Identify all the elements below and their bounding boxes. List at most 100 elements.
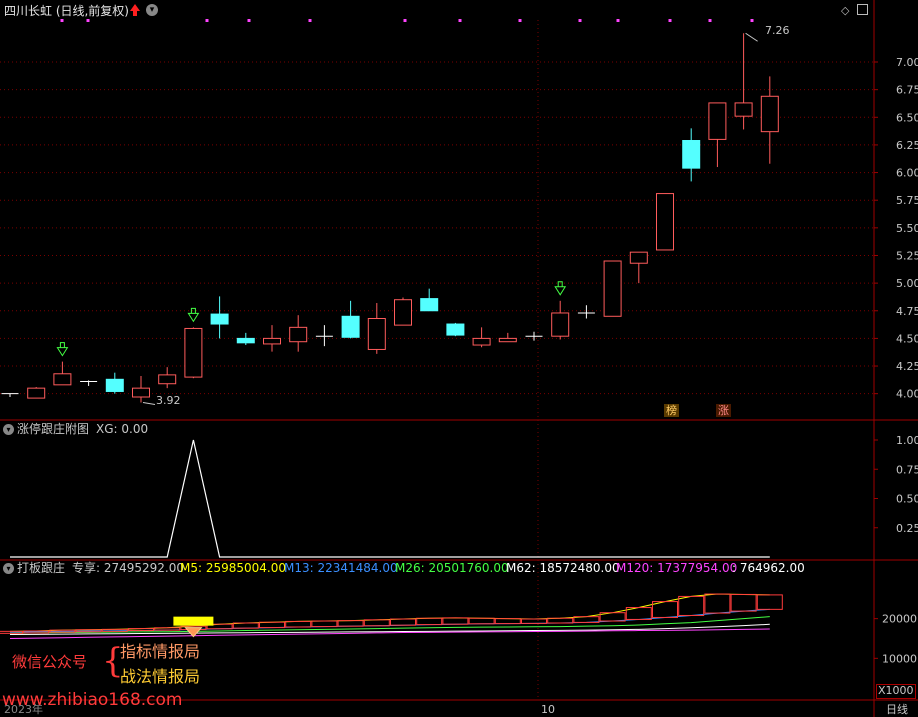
price-tick-label: 6.25 <box>896 139 918 152</box>
candle-up[interactable] <box>263 337 281 345</box>
candle-up[interactable] <box>629 251 648 264</box>
candle-down[interactable] <box>420 298 439 312</box>
candle-down[interactable] <box>682 140 701 169</box>
sub-panel-chevron-icon[interactable]: ▾ <box>3 424 14 435</box>
candle-up[interactable] <box>53 373 72 386</box>
signal-marker <box>458 19 462 22</box>
vol-step-box <box>285 620 312 628</box>
scale-button-label: X1000 <box>878 684 914 697</box>
vol-step-box <box>311 620 338 628</box>
price-tick-label: 4.75 <box>896 305 918 318</box>
low-pointer <box>142 402 156 406</box>
candle-up[interactable] <box>394 299 412 326</box>
price-tick-label: 6.00 <box>896 167 918 180</box>
candle-down[interactable] <box>105 378 124 392</box>
candle-up[interactable] <box>472 337 491 346</box>
ranking-tag[interactable]: 榜 <box>664 404 679 417</box>
signal-marker <box>86 19 90 22</box>
volume-indicator-chart[interactable] <box>0 593 783 639</box>
candle-up[interactable] <box>760 95 779 133</box>
candle-up[interactable] <box>708 102 727 140</box>
sub-indicator-chart[interactable] <box>10 439 770 558</box>
signal-marker <box>205 19 209 22</box>
vol-step-box <box>363 619 390 627</box>
signal-marker <box>308 19 312 22</box>
buy-signal-arrow-icon <box>56 342 69 357</box>
signal-marker <box>578 19 582 22</box>
vol-step-box <box>678 595 705 616</box>
price-tick-label: 4.50 <box>896 332 918 345</box>
vol-step-box <box>442 617 469 625</box>
vol-step-box <box>416 617 443 626</box>
vol-panel-title[interactable]: 打板跟庄 <box>17 561 65 575</box>
vol-m13-value: M13: 22341484.00 <box>284 561 398 575</box>
candle-up[interactable] <box>603 260 622 317</box>
rise-tag[interactable]: 涨 <box>716 404 731 417</box>
candle-up[interactable] <box>734 102 753 117</box>
vol-signal-block <box>173 616 214 626</box>
vol-step-box <box>468 617 495 625</box>
price-tick-label: 5.50 <box>896 222 918 235</box>
candle-down[interactable] <box>446 323 465 336</box>
diamond-icon[interactable]: ◇ <box>841 5 849 17</box>
price-tick-label: 6.50 <box>896 111 918 124</box>
period-button[interactable]: 日线 <box>886 703 908 717</box>
signal-marker <box>60 19 64 22</box>
vol-tick-label: 10000 <box>882 652 917 665</box>
signal-marker <box>708 19 712 22</box>
candle-up[interactable] <box>289 326 308 343</box>
candle-up[interactable] <box>498 337 517 343</box>
x-axis-month-label: 10 <box>541 703 555 716</box>
window-icon[interactable] <box>857 4 868 15</box>
signal-marker <box>247 19 251 22</box>
high-price-label: 7.26 <box>765 24 790 37</box>
vol-m5-value: M5: 25985004.00 <box>180 561 287 575</box>
xg-value: XG: 0.00 <box>96 422 149 436</box>
x-axis-year-label: 2023年 <box>4 703 43 716</box>
candlestick-chart[interactable] <box>1 19 779 406</box>
settings-chevron-down-icon[interactable]: ▾ <box>146 4 158 16</box>
price-tick-label: 5.25 <box>896 249 918 262</box>
candle-up[interactable] <box>158 374 177 385</box>
candle-down[interactable] <box>210 313 229 325</box>
price-tick-label: 4.00 <box>896 388 918 401</box>
signal-marker <box>403 19 407 22</box>
candle-up[interactable] <box>656 193 674 251</box>
vol-m120-value: M120: 17377954.00 <box>616 561 738 575</box>
candle-up[interactable] <box>184 327 203 378</box>
vol-step-box <box>259 621 285 629</box>
sub-tick-label: 1.00 <box>896 434 918 447</box>
vol-panel-chevron-icon[interactable]: ▾ <box>3 563 14 574</box>
price-tick-label: 6.75 <box>896 84 918 97</box>
sub-tick-label: 0.25 <box>896 522 918 535</box>
price-tick-label: 4.25 <box>896 360 918 373</box>
stock-title[interactable]: 四川长虹 (日线,前复权) <box>4 4 129 18</box>
candle-up[interactable] <box>132 387 150 398</box>
vol-step-box <box>390 618 416 626</box>
vol-step-box <box>154 627 181 631</box>
candle-up[interactable] <box>27 387 46 399</box>
price-tick-label: 5.75 <box>896 194 918 207</box>
sub-panel-title[interactable]: 涨停跟庄附图 <box>17 422 89 436</box>
vol-step-box <box>337 620 364 627</box>
vol-main-value: 专享: 27495292.00 <box>72 561 185 575</box>
vol-tick-label: 20000 <box>882 613 917 626</box>
vol-step-box <box>756 594 783 610</box>
candle-down[interactable] <box>236 337 255 344</box>
vol-step-box <box>704 593 731 614</box>
price-tick-label: 5.00 <box>896 277 918 290</box>
sub-tick-label: 0.75 <box>896 463 918 476</box>
vol-step-box <box>521 618 547 624</box>
signal-marker <box>668 19 672 22</box>
red-up-arrow-icon[interactable] <box>130 4 140 11</box>
candle-down[interactable] <box>341 315 360 338</box>
candle-up[interactable] <box>367 318 386 350</box>
xg-line[interactable] <box>10 439 770 558</box>
candle-up[interactable] <box>551 312 570 337</box>
buy-signal-arrow-icon <box>554 281 567 296</box>
sub-tick-label: 0.50 <box>896 493 918 506</box>
signal-marker <box>616 19 620 22</box>
vol-m26-value: M26: 20501760.00 <box>395 561 509 575</box>
signal-marker <box>750 19 754 22</box>
vol-step-box <box>128 628 154 632</box>
